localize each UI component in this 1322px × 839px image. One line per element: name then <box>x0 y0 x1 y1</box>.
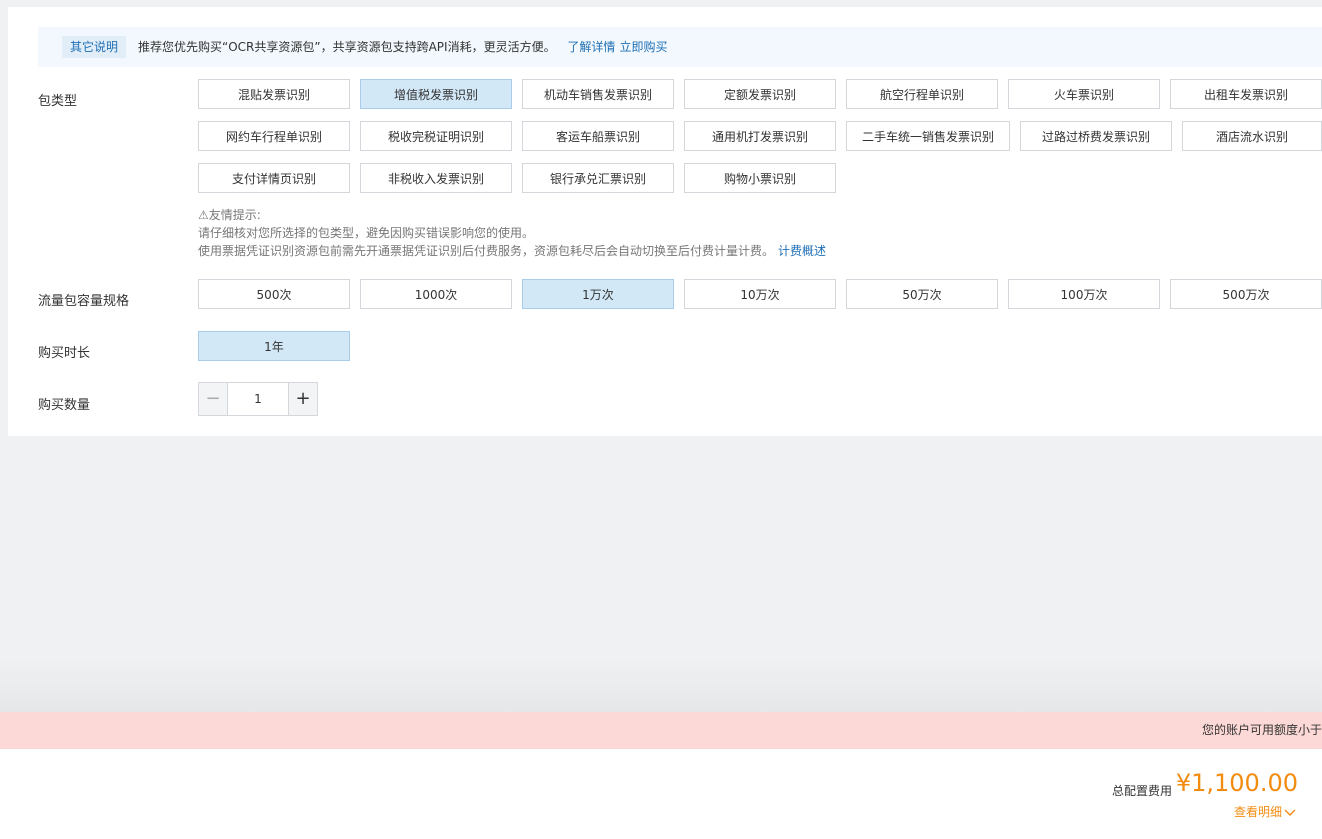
package-option[interactable]: 客运车船票识别 <box>522 121 674 151</box>
capacity-option[interactable]: 500万次 <box>1170 279 1322 309</box>
order-config-panel: 其它说明 推荐您优先购买“OCR共享资源包”，共享资源包支持跨API消耗，更灵活… <box>8 7 1322 436</box>
chevron-down-icon <box>1284 809 1296 816</box>
tip-line-1: 请仔细核对您所选择的包类型，避免因购买错误影响您的使用。 <box>198 226 535 240</box>
notice-banner: 其它说明 推荐您优先购买“OCR共享资源包”，共享资源包支持跨API消耗，更灵活… <box>38 27 1322 67</box>
capacity-option[interactable]: 500次 <box>198 279 350 309</box>
quantity-label: 购买数量 <box>38 398 91 413</box>
total-price: ¥1,100.00 <box>1175 769 1298 797</box>
minus-icon[interactable]: − <box>199 383 228 415</box>
package-option[interactable]: 混贴发票识别 <box>198 79 350 109</box>
notice-tag: 其它说明 <box>62 36 127 58</box>
footer-shadow <box>0 660 1322 712</box>
package-type-label: 包类型 <box>38 94 78 109</box>
package-option[interactable]: 航空行程单识别 <box>846 79 998 109</box>
view-details-link[interactable]: 查看明细 <box>1234 803 1296 820</box>
quantity-input[interactable] <box>228 383 288 415</box>
package-option[interactable]: 二手车统一销售发票识别 <box>846 121 1010 151</box>
package-option[interactable]: 购物小票识别 <box>684 163 836 193</box>
package-option[interactable]: 火车票识别 <box>1008 79 1160 109</box>
plus-icon[interactable]: + <box>288 383 317 415</box>
package-option[interactable]: 机动车销售发票识别 <box>522 79 674 109</box>
balance-alert-bar: 您的账户可用额度小于 <box>0 712 1322 749</box>
balance-alert-text: 您的账户可用额度小于 <box>1201 723 1322 737</box>
capacity-option[interactable]: 50万次 <box>846 279 998 309</box>
capacity-label: 流量包容量规格 <box>38 294 130 309</box>
package-option[interactable]: 过路过桥费发票识别 <box>1020 121 1172 151</box>
package-option[interactable]: 通用机打发票识别 <box>684 121 836 151</box>
tip-title: ⚠友情提示: <box>198 208 261 222</box>
package-option[interactable]: 银行承兑汇票识别 <box>522 163 674 193</box>
total-cost-label: 总配置费用 <box>1111 784 1172 798</box>
package-option[interactable]: 酒店流水识别 <box>1182 121 1322 151</box>
capacity-option-selected[interactable]: 1万次 <box>522 279 674 309</box>
tip-line-2-wrap: 使用票据凭证识别资源包前需先开通票据凭证识别后付费服务，资源包耗尽后会自动切换至… <box>198 242 826 259</box>
package-option[interactable]: 网约车行程单识别 <box>198 121 350 151</box>
quantity-stepper: − + <box>198 382 318 416</box>
duration-option-selected[interactable]: 1年 <box>198 331 350 361</box>
package-option[interactable]: 支付详情页识别 <box>198 163 350 193</box>
duration-label: 购买时长 <box>38 346 91 361</box>
buy-now-link[interactable]: 立即购买 <box>619 40 667 54</box>
notice-text: 推荐您优先购买“OCR共享资源包”，共享资源包支持跨API消耗，更灵活方便。 <box>138 40 556 54</box>
package-option[interactable]: 非税收入发票识别 <box>360 163 512 193</box>
capacity-option[interactable]: 10万次 <box>684 279 836 309</box>
capacity-option[interactable]: 1000次 <box>360 279 512 309</box>
view-details-label: 查看明细 <box>1233 805 1282 819</box>
package-option-selected[interactable]: 增值税发票识别 <box>360 79 512 109</box>
price-footer: 总配置费用 ¥1,100.00 查看明细 <box>0 749 1322 839</box>
package-option[interactable]: 税收完税证明识别 <box>360 121 512 151</box>
package-option[interactable]: 出租车发票识别 <box>1170 79 1322 109</box>
capacity-option[interactable]: 100万次 <box>1008 279 1160 309</box>
learn-more-link[interactable]: 了解详情 <box>567 40 615 54</box>
notice-text-wrap: 推荐您优先购买“OCR共享资源包”，共享资源包支持跨API消耗，更灵活方便。 了… <box>138 27 667 67</box>
tip-line-2: 使用票据凭证识别资源包前需先开通票据凭证识别后付费服务，资源包耗尽后会自动切换至… <box>198 244 775 258</box>
billing-overview-link[interactable]: 计费概述 <box>778 244 826 258</box>
package-option[interactable]: 定额发票识别 <box>684 79 836 109</box>
